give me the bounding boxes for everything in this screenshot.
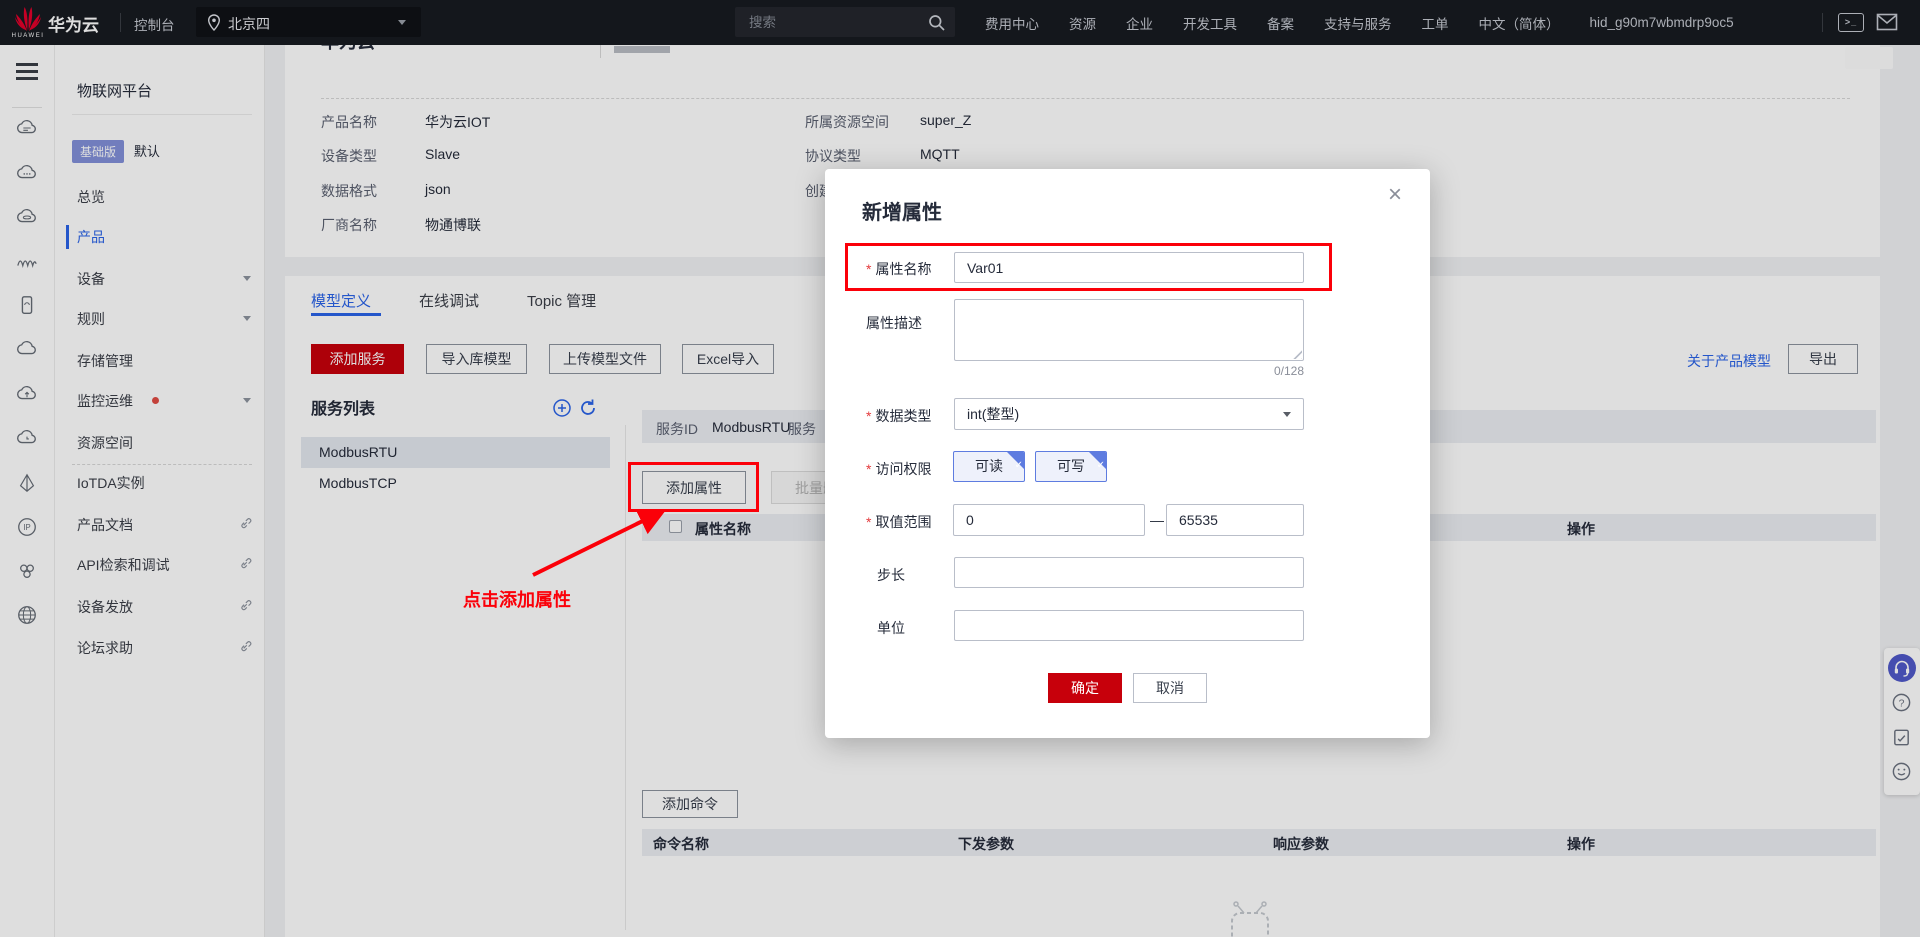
unit-label: 单位	[877, 618, 905, 638]
range-min-input[interactable]	[953, 504, 1145, 536]
check-icon: ✓	[1097, 451, 1105, 480]
chevron-down-icon	[1283, 412, 1291, 417]
check-icon: ✓	[1015, 451, 1023, 480]
access-permission-label: *访问权限	[866, 459, 931, 479]
property-desc-label: 属性描述	[866, 313, 922, 333]
annotation-box-property-name	[845, 243, 1332, 291]
range-max-input[interactable]	[1166, 504, 1304, 536]
range-dash: —	[1150, 512, 1164, 528]
close-icon[interactable]: ×	[1388, 183, 1402, 207]
value-range-label: *取值范围	[866, 512, 931, 532]
confirm-button[interactable]: 确定	[1048, 673, 1122, 703]
unit-input[interactable]	[954, 610, 1304, 641]
data-type-label: *数据类型	[866, 406, 931, 426]
property-desc-textarea[interactable]	[954, 299, 1304, 361]
annotation-arrow	[505, 495, 685, 590]
resize-grip[interactable]	[1291, 348, 1302, 359]
step-label: 步长	[877, 565, 905, 585]
modal-title: 新增属性	[862, 196, 942, 225]
step-input[interactable]	[954, 557, 1304, 588]
char-counter: 0/128	[1244, 364, 1304, 378]
data-type-value: int(整型)	[967, 406, 1019, 422]
readable-toggle[interactable]: 可读 ✓	[953, 451, 1025, 482]
cancel-button[interactable]: 取消	[1133, 673, 1207, 703]
data-type-select[interactable]: int(整型)	[954, 398, 1304, 430]
annotation-tip-text: 点击添加属性	[463, 586, 571, 612]
writable-toggle[interactable]: 可写 ✓	[1035, 451, 1107, 482]
